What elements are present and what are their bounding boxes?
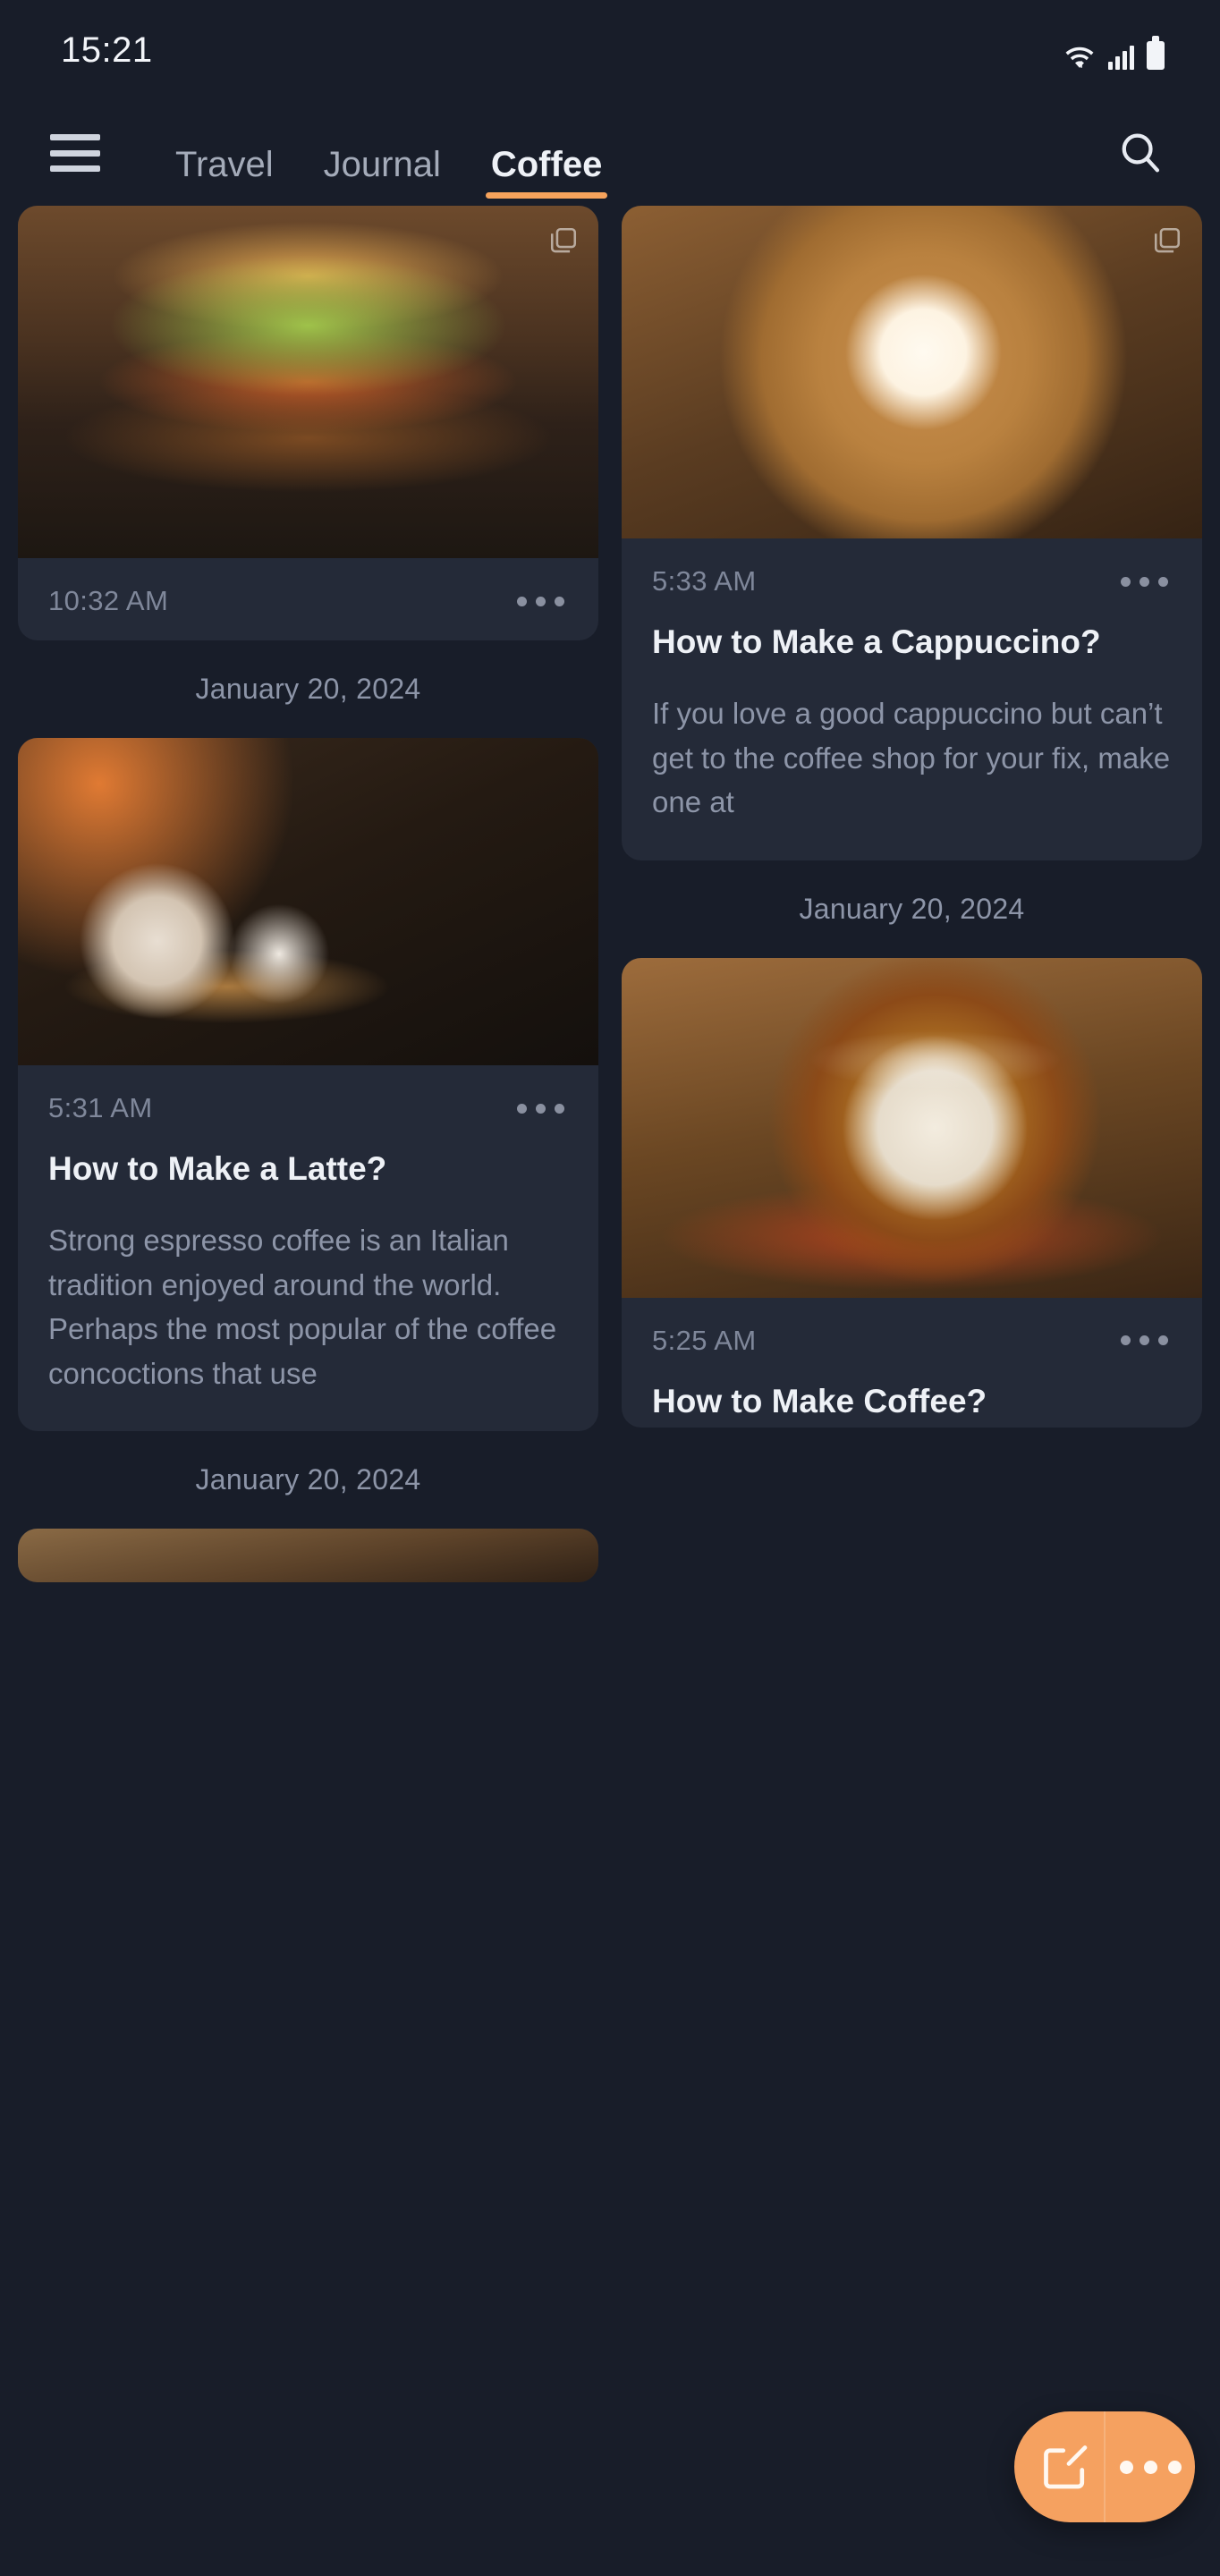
card-timestamp: 5:31 AM: [48, 1092, 153, 1123]
app-screen: 15:21 Travel Journal Coffee 10:32 AM Jan…: [0, 0, 1220, 2576]
tab-bar: Travel Journal Coffee: [150, 100, 627, 206]
card-title: How to Make a Cappuccino?: [652, 623, 1101, 660]
card-timestamp: 5:25 AM: [652, 1324, 757, 1356]
latte-tray-photo: [18, 738, 598, 1065]
tab-travel[interactable]: Travel: [150, 125, 299, 206]
card-title: How to Make Coffee?: [652, 1382, 987, 1419]
cappuccino-photo: [622, 206, 1202, 538]
more-options-icon: [1119, 2460, 1182, 2474]
more-options-icon[interactable]: [513, 1095, 568, 1123]
article-card[interactable]: 5:33 AM How to Make a Cappuccino? If you…: [622, 206, 1202, 860]
article-card[interactable]: 10:32 AM: [18, 206, 598, 640]
feed-column-left: 10:32 AM January 20, 2024 5:31 AM How to…: [18, 206, 598, 1588]
stack-layers-icon: [1154, 227, 1181, 253]
card-meta-row: 5:25 AM: [622, 1298, 1202, 1380]
article-card[interactable]: [18, 1529, 598, 1583]
card-timestamp: 5:33 AM: [652, 565, 757, 597]
article-card[interactable]: 5:31 AM How to Make a Latte? Strong espr…: [18, 738, 598, 1432]
compose-button[interactable]: [1014, 2411, 1104, 2522]
wifi-icon: [1065, 47, 1094, 68]
feed-column-right: 5:33 AM How to Make a Cappuccino? If you…: [622, 206, 1202, 1433]
status-bar: 15:21: [0, 0, 1220, 100]
partial-photo: [18, 1529, 598, 1583]
fab-more-button[interactable]: [1106, 2411, 1195, 2522]
stack-layers-icon: [550, 227, 577, 253]
card-meta-row: 5:31 AM: [18, 1065, 598, 1148]
status-time: 15:21: [61, 30, 153, 70]
article-card[interactable]: 5:25 AM How to Make Coffee?: [622, 957, 1202, 1428]
card-body-text: If you love a good cappuccino but can’t …: [652, 697, 1171, 819]
card-meta-row: 5:33 AM: [622, 538, 1202, 621]
more-options-icon[interactable]: [1117, 1326, 1172, 1354]
signal-icon: [1108, 43, 1134, 70]
burger-photo: [18, 206, 598, 558]
card-title: How to Make a Latte?: [48, 1150, 387, 1187]
tab-journal[interactable]: Journal: [299, 125, 466, 206]
more-options-icon[interactable]: [513, 588, 568, 615]
search-icon[interactable]: [1113, 125, 1168, 181]
hamburger-menu-icon[interactable]: [50, 134, 100, 172]
card-meta-row: 10:32 AM: [18, 558, 598, 640]
card-timestamp: 10:32 AM: [48, 585, 169, 616]
card-date: January 20, 2024: [799, 892, 1025, 925]
status-icon-group: [1063, 30, 1165, 70]
article-feed: 10:32 AM January 20, 2024 5:31 AM How to…: [0, 206, 1220, 1588]
top-navigation-bar: Travel Journal Coffee: [0, 100, 1220, 206]
more-options-icon[interactable]: [1117, 568, 1172, 596]
card-date: January 20, 2024: [195, 1463, 421, 1496]
card-body-text: Strong espresso coffee is an Italian tra…: [48, 1224, 557, 1390]
tab-coffee[interactable]: Coffee: [466, 125, 627, 206]
compose-edit-icon: [1044, 2445, 1088, 2489]
card-date: January 20, 2024: [195, 673, 421, 705]
battery-icon: [1147, 36, 1165, 70]
floating-action-button: [1014, 2411, 1195, 2522]
espresso-cup-photo: [622, 957, 1202, 1298]
